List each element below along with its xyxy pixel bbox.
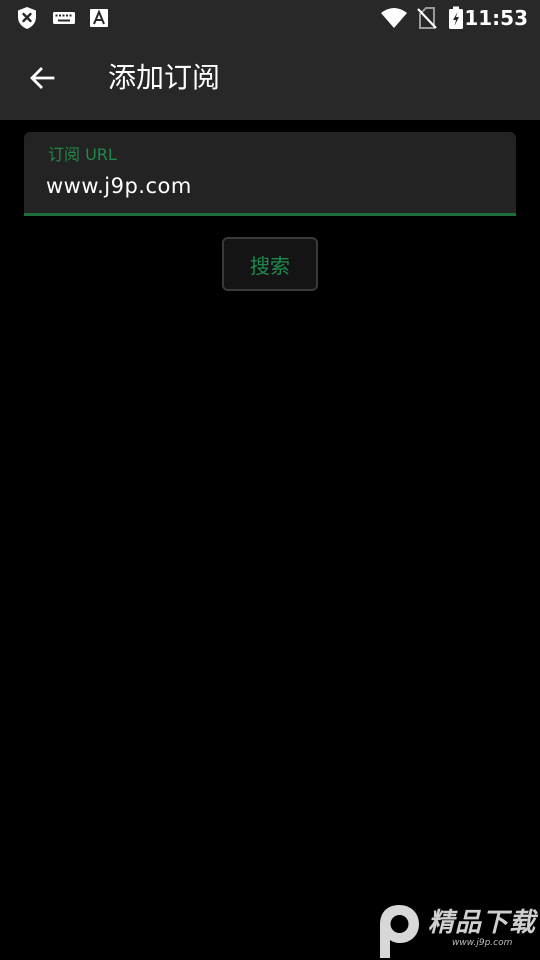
subscription-url-field[interactable]: 订阅 URL [24,132,516,216]
keyboard-icon [53,12,75,24]
back-button[interactable] [18,54,66,102]
wifi-icon [381,8,407,28]
page-title: 添加订阅 [108,61,221,94]
shield-x-icon [18,7,36,29]
screen: 11:53 添加订阅 订阅 URL 搜索 精品下载 www.j9p.com [0,0,540,960]
p-logo-icon [380,905,419,958]
subscription-url-input[interactable] [46,170,486,202]
search-button[interactable]: 搜索 [222,237,318,291]
no-sim-icon [417,7,437,29]
watermark-subtext: www.j9p.com [452,938,513,948]
status-time: 11:53 [464,6,528,30]
subscription-url-label: 订阅 URL [48,145,117,164]
watermark-text: 精品下载 [428,908,537,938]
arrow-left-icon [30,67,55,89]
battery-charging-icon [449,6,463,29]
app-bar: 添加订阅 [0,36,540,120]
status-bar: 11:53 [0,0,540,36]
watermark: 精品下载 www.j9p.com [372,900,540,960]
font-a-icon [90,9,108,27]
